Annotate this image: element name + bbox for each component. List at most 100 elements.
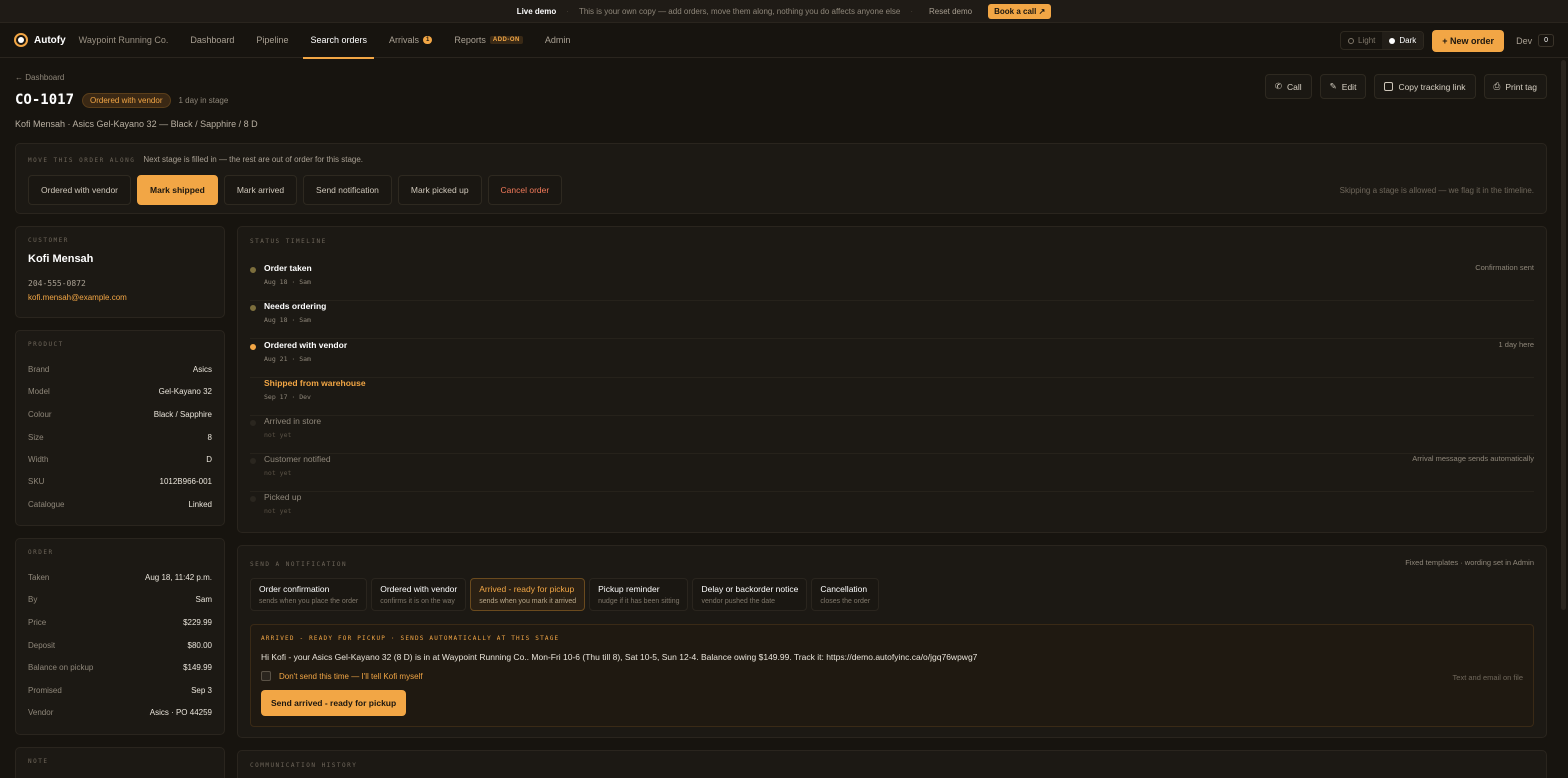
template-order-confirmation[interactable]: Order confirmation sends when you place t… (250, 578, 368, 611)
copy-label: Copy tracking link (1398, 81, 1466, 92)
edit-label: Edit (1341, 81, 1357, 92)
template-title: Arrived - ready for pickup (479, 584, 575, 594)
status-dot-icon (250, 458, 256, 464)
row-key: SKU (28, 477, 45, 486)
template-arrived-ready[interactable]: Arrived - ready for pickup sends when you… (470, 578, 586, 611)
section-caption: COMMUNICATION HISTORY (250, 762, 358, 769)
book-call-button[interactable]: Book a call ↗ (988, 3, 1052, 19)
stage-buttons: Ordered with vendor Mark shipped Mark ar… (28, 175, 563, 205)
timeline-row: Order taken Aug 18 · Sam Confirmation se… (250, 263, 1534, 301)
order-card: ORDER Taken Aug 18, 11:42 p.m. By Sam Pric… (15, 538, 225, 735)
timeline-row: Customer notified not yet Arrival messag… (250, 454, 1534, 492)
template-delay-notice[interactable]: Delay or backorder notice vendor pushed t… (692, 578, 808, 611)
timeline-label: Shipped from warehouse (264, 378, 366, 388)
send-notification-submit-button[interactable]: Send arrived - ready for pickup (261, 690, 407, 716)
timeline-label: Picked up (264, 492, 302, 502)
edit-button[interactable]: ✎ Edit (1319, 74, 1367, 99)
row-key: Taken (28, 573, 50, 582)
order-title-row: CO-1017 Ordered with vendor 1 day in sta… (15, 92, 228, 108)
ordered-with-vendor-button[interactable]: Ordered with vendor (28, 175, 132, 205)
template-title: Pickup reminder (598, 584, 660, 594)
template-cancellation[interactable]: Cancellation closes the order (811, 578, 880, 611)
row-key: Vendor (28, 708, 54, 717)
printer-icon: ⎙ (1493, 81, 1501, 91)
move-hint: Next stage is filled in — the rest are o… (143, 155, 364, 164)
timeline-label: Order taken (264, 263, 312, 273)
timeline-meta: Aug 18 · Sam (264, 316, 311, 324)
nav-pipeline[interactable]: Pipeline (256, 23, 288, 58)
message-preview: ARRIVED - READY FOR PICKUP · SENDS AUTOM… (250, 624, 1534, 727)
section-caption: PRODUCT (28, 341, 64, 348)
theme-dark-option[interactable]: Dark (1382, 32, 1424, 49)
print-tag-button[interactable]: ⎙ Print tag (1483, 74, 1547, 99)
row-value: $229.99 (183, 618, 212, 627)
nav-right-group: Light Dark + New order Dev 0 (1340, 23, 1554, 58)
template-pickup-reminder[interactable]: Pickup reminder nudge if it has been sitt… (589, 578, 689, 611)
product-row: Width D (28, 455, 212, 464)
timeline-label: Ordered with vendor (264, 340, 348, 350)
template-title: Cancellation (820, 584, 868, 594)
row-key: Model (28, 387, 50, 396)
status-timeline: STATUS TIMELINE Order taken Aug 18 · Sam… (237, 226, 1547, 533)
circle-filled-icon (1389, 37, 1396, 44)
mark-shipped-button[interactable]: Mark shipped (137, 175, 218, 205)
timeline-note: Confirmation sent (1475, 263, 1534, 272)
nav-search-orders[interactable]: Search orders (303, 23, 374, 59)
nav-dashboard[interactable]: Dashboard (190, 23, 234, 58)
status-badge: Ordered with vendor (82, 92, 171, 108)
product-row: Colour Black / Sapphire (28, 410, 212, 419)
pencil-icon: ✎ (1329, 81, 1337, 91)
breadcrumb[interactable]: ← Dashboard (15, 73, 64, 82)
template-subtitle: sends when you mark it arrived (479, 598, 577, 605)
theme-toggle: Light Dark (1340, 31, 1425, 50)
nav-arrivals[interactable]: Arrivals 1 (389, 23, 433, 58)
reset-demo-link[interactable]: Reset demo (929, 7, 972, 16)
row-value: Gel-Kayano 32 (158, 387, 212, 396)
new-order-button[interactable]: + New order (1432, 29, 1505, 52)
move-header: MOVE THIS ORDER ALONG Next stage is fill… (28, 155, 363, 164)
template-subtitle: sends when you place the order (259, 598, 359, 605)
template-tabs: Order confirmation sends when you place t… (250, 578, 880, 611)
row-key: Brand (28, 365, 50, 374)
timeline-row: Needs ordering Aug 18 · Sam (250, 301, 1534, 339)
demo-banner: Live demo · This is your own copy — add … (0, 0, 1568, 23)
row-key: Width (28, 455, 49, 464)
nav-reports[interactable]: Reports ADD-ON (454, 23, 523, 58)
order-row: Deposit $80.00 (28, 641, 212, 650)
theme-light-option[interactable]: Light (1341, 32, 1382, 49)
theme-light-label: Light (1358, 36, 1376, 45)
customer-email[interactable]: kofi.mensah@example.com (28, 293, 127, 302)
call-button[interactable]: ✆ Call (1264, 74, 1312, 99)
customer-card: CUSTOMER Kofi Mensah 204-555-0872 kofi.m… (15, 226, 225, 318)
template-ordered-with-vendor[interactable]: Ordered with vendor confirms it is on the… (371, 578, 467, 611)
stage-age: 1 day in stage (178, 95, 229, 105)
section-caption: STATUS TIMELINE (250, 238, 327, 245)
product-row: Brand Asics (28, 365, 212, 374)
skip-note: Skipping a stage is allowed — we flag it… (1339, 186, 1534, 195)
row-value: Linked (188, 500, 212, 509)
timeline-meta: not yet (264, 469, 292, 477)
section-caption: MOVE THIS ORDER ALONG (28, 157, 136, 164)
book-call-label: Book a call (994, 6, 1037, 16)
customer-phone[interactable]: 204-555-0872 (28, 279, 86, 288)
user-menu[interactable]: Dev 0 (1516, 34, 1554, 47)
order-row: Balance on pickup $149.99 (28, 663, 212, 672)
row-value: D (206, 455, 212, 464)
send-notification-button[interactable]: Send notification (303, 175, 392, 205)
skip-send-checkbox[interactable] (261, 671, 271, 681)
copy-tracking-link-button[interactable]: Copy tracking link (1374, 74, 1476, 99)
section-caption: CUSTOMER (28, 237, 69, 244)
cancel-order-button[interactable]: Cancel order (487, 175, 563, 205)
mark-picked-up-button[interactable]: Mark picked up (397, 175, 482, 205)
autofy-logo-icon (14, 33, 28, 47)
brand-logo[interactable]: Autofy (14, 33, 66, 47)
order-id: CO-1017 (15, 92, 75, 108)
page-scrollbar[interactable] (1561, 60, 1566, 610)
brand-name: Autofy (34, 34, 66, 46)
skip-send-row[interactable]: Don't send this time — I'll tell Kofi my… (261, 671, 423, 681)
mark-arrived-button[interactable]: Mark arrived (223, 175, 298, 205)
timeline-meta: not yet (264, 507, 292, 515)
nav-admin[interactable]: Admin (545, 23, 571, 58)
header-actions: ✆ Call ✎ Edit Copy tracking link ⎙ Print ta… (1264, 74, 1547, 99)
timeline-row: Ordered with vendor Aug 21 · Sam 1 day h… (250, 340, 1534, 378)
